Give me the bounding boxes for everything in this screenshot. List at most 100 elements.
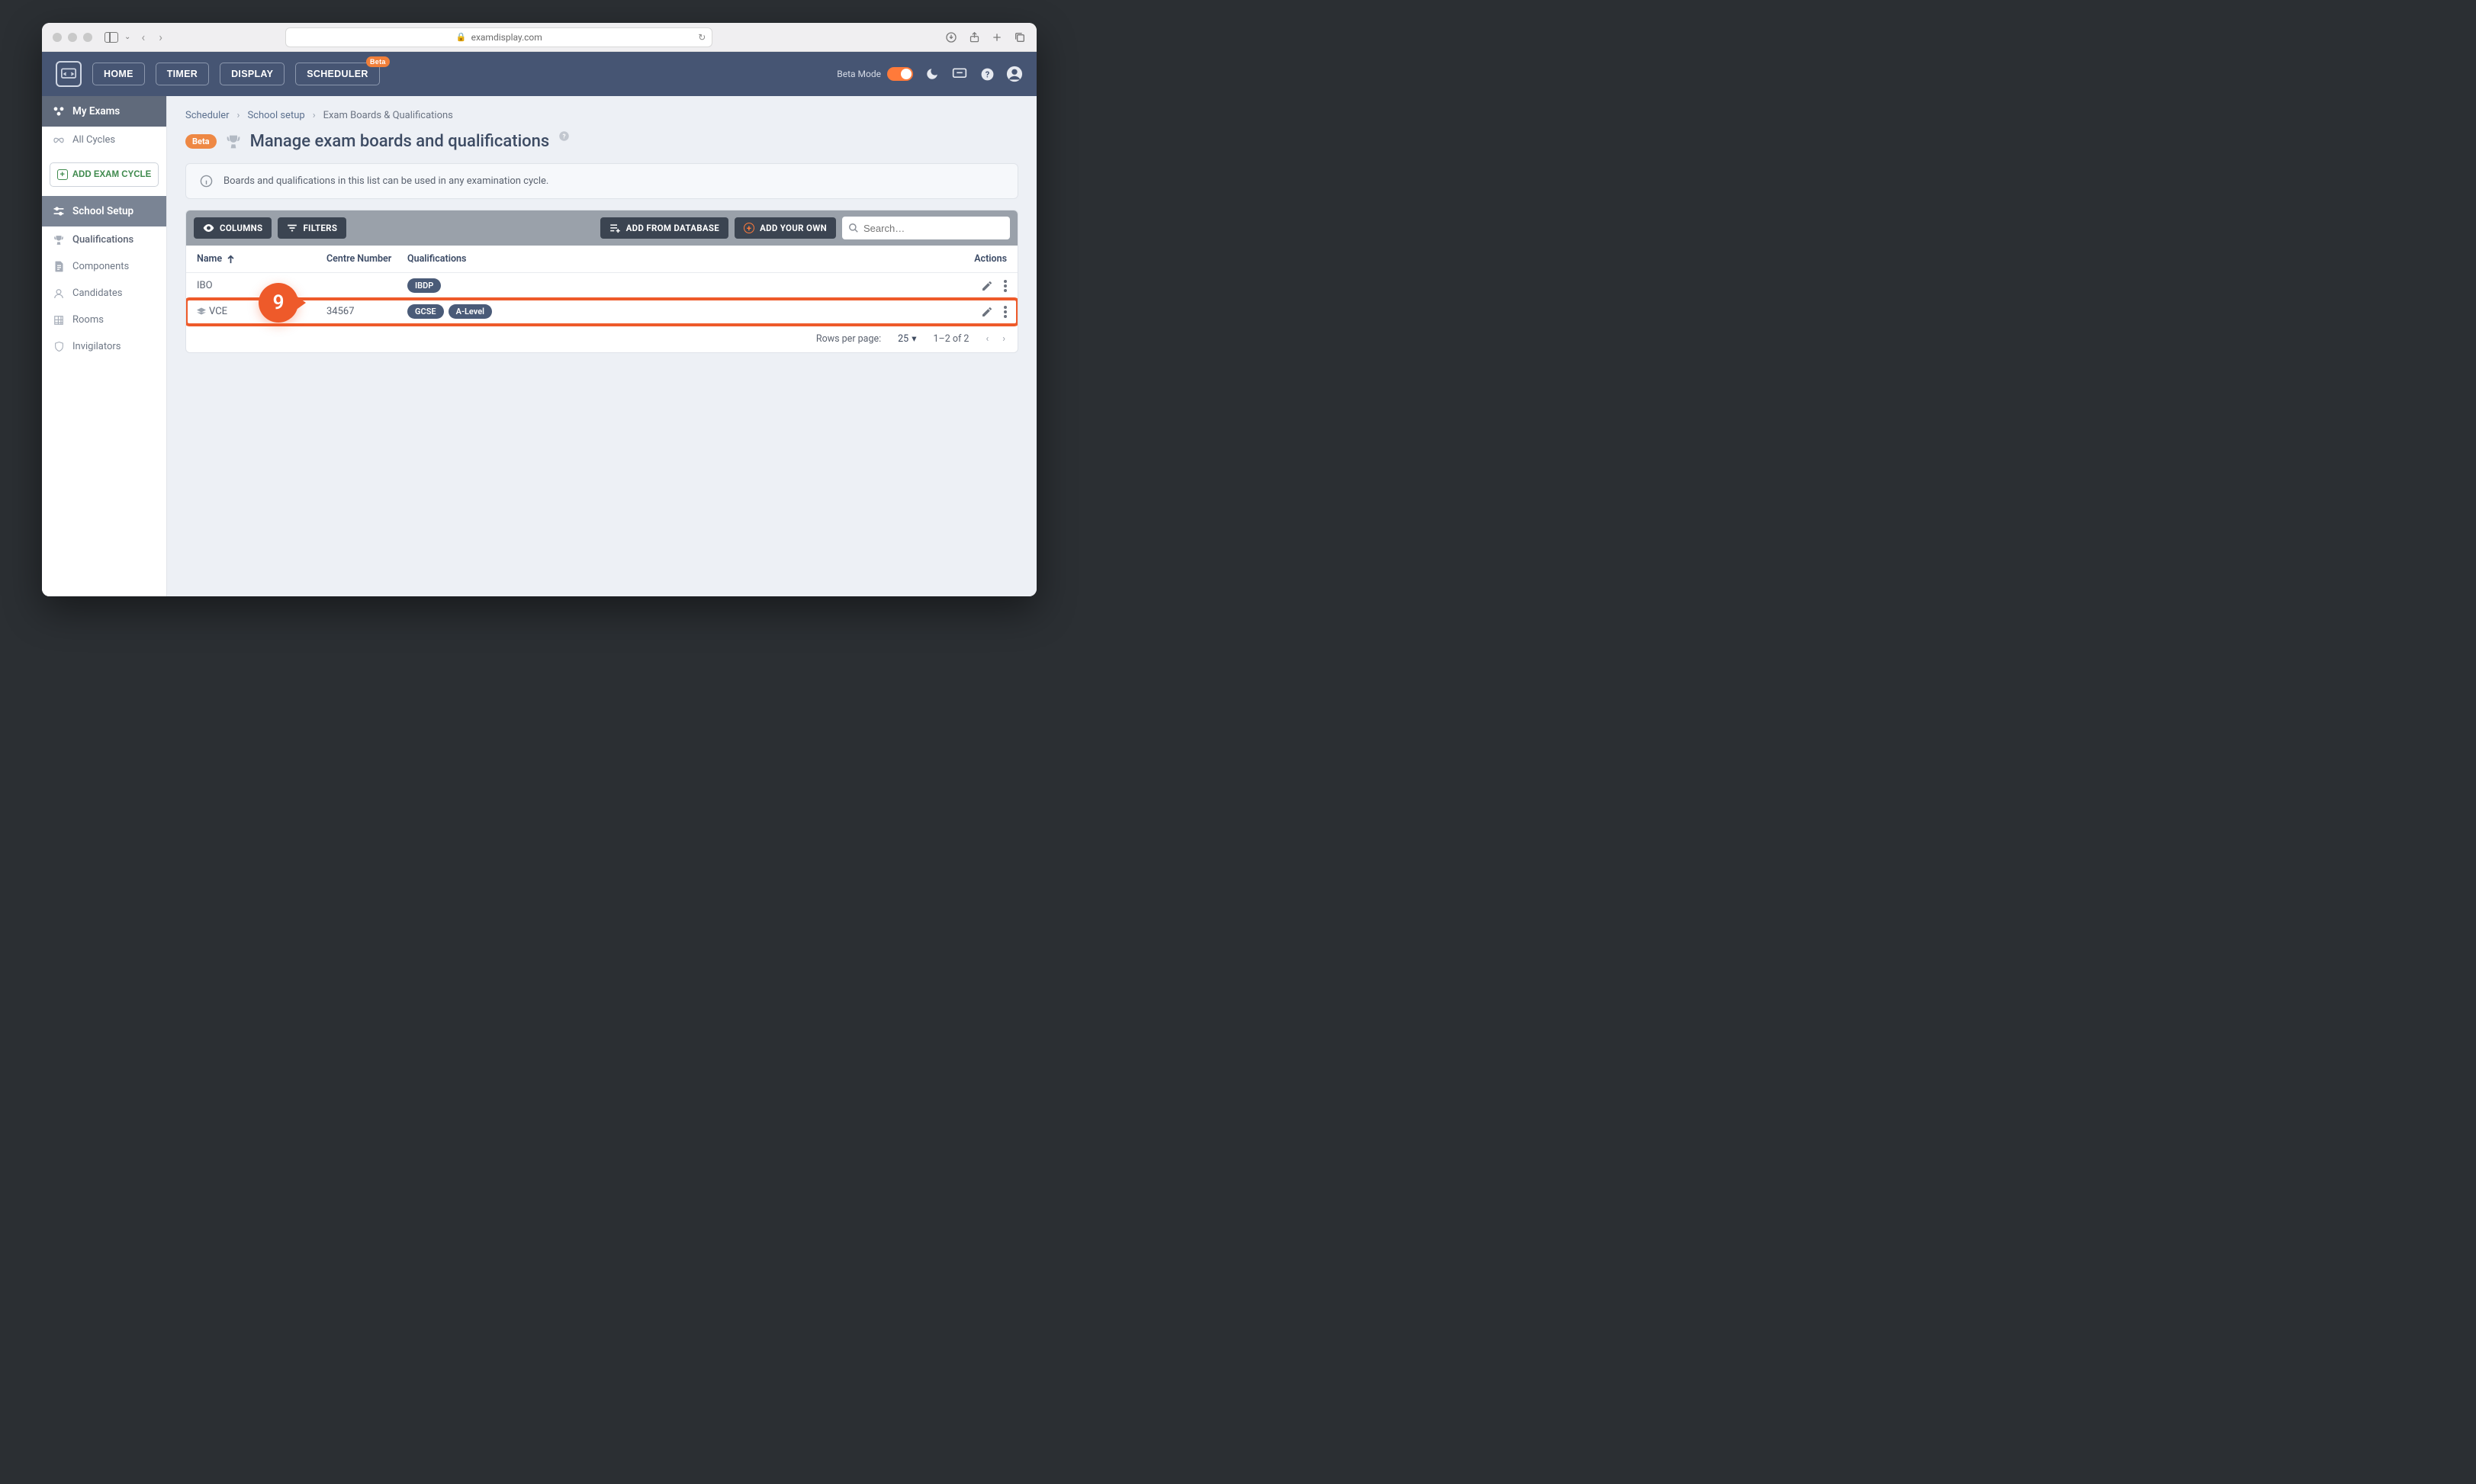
more-icon[interactable] (1004, 306, 1007, 318)
url-host: examdisplay.com (471, 32, 542, 43)
account-icon[interactable] (1006, 66, 1023, 82)
filters-button[interactable]: FILTERS (278, 217, 346, 239)
window-controls[interactable] (53, 33, 92, 42)
sidebar-item-qualifications[interactable]: Qualifications (42, 226, 166, 253)
beta-mode-toggle[interactable]: Beta Mode (837, 67, 913, 81)
reload-icon[interactable]: ↻ (698, 32, 706, 43)
tabs-overview-icon[interactable] (1014, 31, 1026, 43)
row-qualifications: IBDP (407, 278, 946, 293)
add-your-own-button[interactable]: + ADD YOUR OWN (735, 217, 836, 239)
crumb-school-setup[interactable]: School setup (247, 110, 304, 121)
col-qualifications[interactable]: Qualifications (407, 253, 946, 265)
traffic-minimize[interactable] (68, 33, 77, 42)
dark-mode-icon[interactable] (924, 66, 941, 82)
browser-back-button[interactable]: ‹ (138, 30, 148, 44)
traffic-close[interactable] (53, 33, 62, 42)
infinity-icon (53, 137, 65, 144)
nav-scheduler[interactable]: SCHEDULER (295, 63, 379, 85)
shield-icon (53, 341, 65, 352)
sort-asc-icon (227, 255, 235, 264)
grid-icon (53, 315, 65, 326)
sidebar-candidates-label: Candidates (72, 287, 122, 299)
sliders-icon (53, 206, 65, 217)
filter-icon (287, 223, 297, 233)
sidebar-rooms-label: Rooms (72, 314, 104, 326)
address-bar[interactable]: 🔒 examdisplay.com ↻ (285, 27, 712, 47)
page-next-icon[interactable]: › (1002, 333, 1005, 345)
present-icon[interactable] (951, 66, 968, 82)
sidebar-item-components[interactable]: Components (42, 253, 166, 280)
step-callout: 9 (259, 283, 298, 323)
sidebar-all-cycles[interactable]: All Cycles (42, 127, 166, 153)
info-banner: Boards and qualifications in this list c… (185, 163, 1018, 199)
more-icon[interactable] (1004, 280, 1007, 292)
app-header: HOME TIMER DISPLAY SCHEDULER Beta Mode ? (42, 52, 1037, 96)
row-name: IBO (197, 280, 213, 291)
trophy-icon (226, 134, 241, 149)
sidebar-item-candidates[interactable]: Candidates (42, 280, 166, 307)
sidebar: My Exams All Cycles + ADD EXAM CYCLE (42, 96, 167, 596)
sidebar-qualifications-label: Qualifications (72, 234, 133, 246)
browser-toolbar: ⌄ ‹ › 🔒 examdisplay.com ↻ (42, 23, 1037, 52)
add-own-label: ADD YOUR OWN (760, 223, 827, 233)
add-from-database-button[interactable]: ADD FROM DATABASE (600, 217, 728, 239)
downloads-icon[interactable] (945, 31, 957, 43)
col-name[interactable]: Name (197, 253, 326, 265)
sidebar-invigilators-label: Invigilators (72, 341, 121, 352)
help-hint-icon[interactable]: ? (558, 130, 570, 142)
sidebar-item-rooms[interactable]: Rooms (42, 307, 166, 333)
page-prev-icon[interactable]: ‹ (986, 333, 989, 345)
edit-icon[interactable] (981, 280, 993, 292)
chevron-down-icon[interactable]: ⌄ (124, 33, 130, 41)
toggle-switch-icon[interactable] (887, 67, 913, 81)
step-number: 9 (273, 291, 285, 314)
svg-text:?: ? (985, 69, 989, 79)
search-input[interactable] (863, 223, 1004, 234)
table-row-highlighted[interactable]: VCE 34567 GCSE A-Level (186, 299, 1018, 325)
rows-per-page-select[interactable]: 25 ▾ (898, 332, 916, 345)
qualification-chip: IBDP (407, 278, 441, 293)
nav-display[interactable]: DISPLAY (220, 63, 285, 85)
nodes-icon (53, 106, 65, 117)
table-search[interactable] (842, 217, 1010, 239)
help-icon[interactable]: ? (979, 66, 995, 82)
traffic-zoom[interactable] (83, 33, 92, 42)
chevron-right-icon: › (313, 110, 316, 121)
row-centre: 34567 (326, 306, 407, 317)
crumb-current: Exam Boards & Qualifications (323, 110, 453, 121)
info-icon (200, 175, 213, 188)
plus-circle-icon: + (744, 223, 754, 233)
sidebar-my-exams-label: My Exams (72, 105, 120, 117)
user-icon (53, 288, 65, 299)
add-db-label: ADD FROM DATABASE (626, 223, 719, 233)
layers-icon (197, 307, 206, 316)
columns-button[interactable]: COLUMNS (194, 217, 272, 239)
nav-timer[interactable]: TIMER (156, 63, 209, 85)
sidebar-all-cycles-label: All Cycles (72, 134, 115, 146)
row-qualifications: GCSE A-Level (407, 304, 946, 319)
nav-home[interactable]: HOME (92, 63, 145, 85)
filters-label: FILTERS (303, 223, 337, 233)
sidebar-item-invigilators[interactable]: Invigilators (42, 333, 166, 360)
browser-right-controls (945, 31, 1026, 43)
share-icon[interactable] (968, 31, 980, 43)
crumb-scheduler[interactable]: Scheduler (185, 110, 230, 121)
new-tab-icon[interactable] (991, 31, 1003, 43)
edit-icon[interactable] (981, 306, 993, 318)
add-exam-cycle-button[interactable]: + ADD EXAM CYCLE (50, 162, 159, 187)
sidebar-components-label: Components (72, 261, 129, 272)
pagination-range: 1–2 of 2 (934, 333, 969, 345)
main-content: Scheduler › School setup › Exam Boards &… (167, 96, 1037, 596)
breadcrumb: Scheduler › School setup › Exam Boards &… (185, 110, 1018, 121)
sidebar-toggle-icon[interactable] (105, 32, 118, 43)
col-actions: Actions (946, 253, 1007, 265)
browser-forward-button[interactable]: › (156, 30, 166, 44)
chevron-right-icon: › (237, 110, 240, 121)
col-centre[interactable]: Centre Number (326, 253, 407, 265)
trophy-icon (53, 235, 65, 246)
app-logo[interactable] (56, 61, 82, 87)
table-row: IBO IBDP (186, 273, 1018, 299)
sidebar-section-school-setup[interactable]: School Setup (42, 196, 166, 226)
sidebar-section-my-exams[interactable]: My Exams (42, 96, 166, 127)
search-icon (848, 223, 859, 233)
